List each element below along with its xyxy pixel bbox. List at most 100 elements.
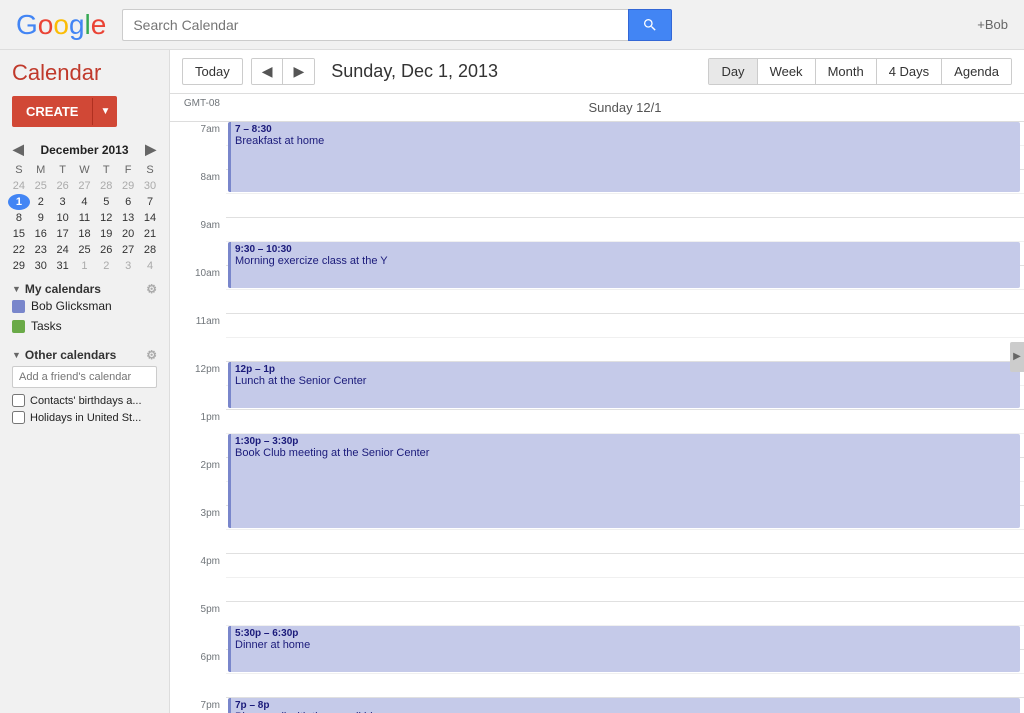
other-calendars-settings[interactable]: ⚙ (146, 348, 157, 362)
mini-cal-dow: S (8, 162, 30, 178)
my-calendars-triangle: ▼ (12, 284, 21, 294)
mini-cal-day[interactable]: 7 (139, 194, 161, 210)
event-title: Lunch at the Senior Center (235, 375, 1016, 387)
mini-cal-day[interactable]: 28 (95, 178, 117, 194)
prev-button[interactable]: ◀ (252, 59, 283, 84)
topbar: Google +Bob (0, 0, 1024, 50)
other-cal-checkbox[interactable] (12, 394, 25, 407)
calendar-toolbar: Today ◀ ▶ Sunday, Dec 1, 2013 DayWeekMon… (170, 50, 1024, 94)
mini-cal-prev[interactable]: ◀ (10, 141, 27, 158)
mini-cal-dow-row: SMTWTFS (8, 162, 161, 178)
mini-cal-day[interactable]: 26 (95, 242, 117, 258)
mini-cal-day[interactable]: 28 (139, 242, 161, 258)
mini-cal-day[interactable]: 5 (95, 194, 117, 210)
main-content: Today ◀ ▶ Sunday, Dec 1, 2013 DayWeekMon… (170, 50, 1024, 713)
mini-cal-day[interactable]: 19 (95, 226, 117, 242)
today-button[interactable]: Today (182, 58, 243, 85)
user-link[interactable]: +Bob (977, 17, 1008, 32)
mini-cal-day[interactable]: 2 (95, 258, 117, 274)
mini-cal-day[interactable]: 1 (74, 258, 96, 274)
mini-calendar-header: ◀ December 2013 ▶ (8, 141, 161, 158)
mini-cal-day[interactable]: 13 (117, 210, 139, 226)
cal-color (12, 320, 25, 333)
create-dropdown-arrow[interactable]: ▼ (92, 98, 117, 125)
view-button-week[interactable]: Week (757, 59, 815, 84)
event-time: 5:30p – 6:30p (235, 628, 1016, 639)
mini-cal-day[interactable]: 10 (52, 210, 74, 226)
scroll-arrow-right[interactable]: ▶ (1010, 342, 1024, 372)
mini-cal-day[interactable]: 30 (139, 178, 161, 194)
day-columns[interactable]: 7 – 8:30Breakfast at home 9:30 – 10:30Mor… (226, 122, 1024, 713)
view-button-4-days[interactable]: 4 Days (876, 59, 941, 84)
create-button[interactable]: CREATE ▼ (12, 96, 117, 127)
mini-cal-day[interactable]: 17 (52, 226, 74, 242)
view-button-month[interactable]: Month (815, 59, 876, 84)
calendar-event-phonecall[interactable]: 7p – 8pPhone call with the grandkids (228, 698, 1020, 713)
calendar-event-dinner[interactable]: 5:30p – 6:30pDinner at home (228, 626, 1020, 672)
add-friend-input[interactable] (12, 366, 157, 388)
mini-cal-day[interactable]: 6 (117, 194, 139, 210)
calendar-event-exercise[interactable]: 9:30 – 10:30Morning exercize class at th… (228, 242, 1020, 288)
my-calendars-header[interactable]: ▼ My calendars ⚙ (12, 282, 157, 296)
mini-cal-day[interactable]: 20 (117, 226, 139, 242)
mini-cal-day[interactable]: 27 (117, 242, 139, 258)
time-labels: 7am8am9am10am11am12pm1pm2pm3pm4pm5pm6pm7… (170, 122, 226, 713)
mini-cal-day[interactable]: 14 (139, 210, 161, 226)
mini-cal-next[interactable]: ▶ (142, 141, 159, 158)
mini-cal-day[interactable]: 24 (52, 242, 74, 258)
my-calendar-item[interactable]: Tasks (12, 316, 157, 336)
mini-cal-day[interactable]: 3 (52, 194, 74, 210)
mini-cal-day[interactable]: 15 (8, 226, 30, 242)
mini-cal-day[interactable]: 11 (74, 210, 96, 226)
time-label: 8am (170, 170, 226, 218)
mini-cal-day[interactable]: 21 (139, 226, 161, 242)
other-cal-checkbox[interactable] (12, 411, 25, 424)
search-input[interactable] (122, 9, 628, 41)
calendar-event-breakfast[interactable]: 7 – 8:30Breakfast at home (228, 122, 1020, 192)
time-label: 11am (170, 314, 226, 362)
mini-cal-day[interactable]: 26 (52, 178, 74, 194)
mini-cal-day[interactable]: 22 (8, 242, 30, 258)
other-calendars-header[interactable]: ▼ Other calendars ⚙ (12, 348, 157, 362)
google-logo: Google (16, 9, 106, 41)
mini-cal-day[interactable]: 29 (8, 258, 30, 274)
mini-cal-day[interactable]: 23 (30, 242, 52, 258)
other-calendar-item: Contacts' birthdays a... (12, 392, 157, 409)
other-calendars-section: ▼ Other calendars ⚙ Contacts' birthdays … (0, 340, 169, 430)
my-calendars-settings[interactable]: ⚙ (146, 282, 157, 296)
mini-cal-week-row: 1234567 (8, 194, 161, 210)
create-button-label: CREATE (12, 96, 92, 127)
next-button[interactable]: ▶ (282, 59, 314, 84)
mini-cal-day[interactable]: 24 (8, 178, 30, 194)
mini-cal-day[interactable]: 29 (117, 178, 139, 194)
mini-cal-dow: S (139, 162, 161, 178)
mini-cal-day[interactable]: 27 (74, 178, 96, 194)
mini-cal-day[interactable]: 3 (117, 258, 139, 274)
mini-cal-day[interactable]: 30 (30, 258, 52, 274)
mini-cal-day[interactable]: 4 (139, 258, 161, 274)
view-button-day[interactable]: Day (709, 59, 756, 84)
event-time: 12p – 1p (235, 364, 1016, 375)
search-button[interactable] (628, 9, 672, 41)
time-label: 6pm (170, 650, 226, 698)
view-button-agenda[interactable]: Agenda (941, 59, 1011, 84)
calendar-event-lunch[interactable]: 12p – 1pLunch at the Senior Center (228, 362, 1020, 408)
time-label: 9am (170, 218, 226, 266)
mini-cal-day[interactable]: 1 (8, 194, 30, 210)
mini-cal-day[interactable]: 9 (30, 210, 52, 226)
mini-cal-day[interactable]: 31 (52, 258, 74, 274)
mini-cal-day[interactable]: 8 (8, 210, 30, 226)
time-label: 7am (170, 122, 226, 170)
mini-cal-day[interactable]: 4 (74, 194, 96, 210)
mini-cal-day[interactable]: 12 (95, 210, 117, 226)
calendar-event-bookclub[interactable]: 1:30p – 3:30pBook Club meeting at the Se… (228, 434, 1020, 528)
mini-cal-day[interactable]: 25 (30, 178, 52, 194)
mini-cal-day[interactable]: 2 (30, 194, 52, 210)
mini-cal-day[interactable]: 25 (74, 242, 96, 258)
mini-cal-week-row: 24252627282930 (8, 178, 161, 194)
mini-cal-day[interactable]: 16 (30, 226, 52, 242)
mini-cal-day[interactable]: 18 (74, 226, 96, 242)
my-calendar-item[interactable]: Bob Glicksman (12, 296, 157, 316)
event-title: Dinner at home (235, 639, 1016, 651)
other-calendars-triangle: ▼ (12, 350, 21, 360)
